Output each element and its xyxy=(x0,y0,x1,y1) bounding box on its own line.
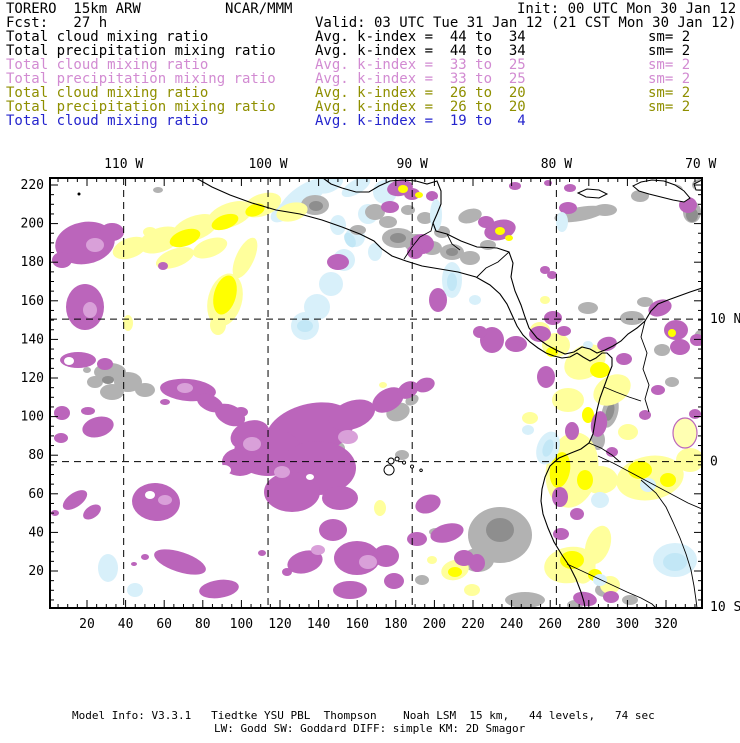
y-axis-tick-label: 160 xyxy=(21,294,44,309)
forecast-map: 20 40 60 80 100 120 140 160 180 200 220 240 260 280 30… xyxy=(21,157,740,632)
longitude-label: 90 W xyxy=(397,157,428,172)
y-axis-tick-label: 120 xyxy=(21,371,44,386)
y-axis-tick-label: 80 xyxy=(28,448,44,463)
y-axis-tick-label: 40 xyxy=(28,525,44,540)
x-axis-tick-label: 80 xyxy=(195,617,211,632)
x-axis-tick-label: 100 xyxy=(230,617,253,632)
latitude-label: 0 xyxy=(710,455,718,470)
y-axis-tick-label: 140 xyxy=(21,332,44,347)
layer-pale-yellow-outlined xyxy=(672,417,698,449)
y-axis-tick-label: 20 xyxy=(28,564,44,579)
x-axis-tick-label: 320 xyxy=(654,617,677,632)
y-axis-tick-label: 180 xyxy=(21,255,44,270)
x-axis-tick-label: 260 xyxy=(538,617,561,632)
x-axis-tick-label: 140 xyxy=(307,617,330,632)
x-axis-tick-label: 200 xyxy=(423,617,446,632)
map-area: 20 40 60 80 100 120 140 160 180 200 220 240 260 280 30… xyxy=(0,0,740,740)
x-axis-tick-label: 220 xyxy=(461,617,484,632)
x-axis-tick-label: 300 xyxy=(616,617,639,632)
x-axis-tick-label: 20 xyxy=(79,617,95,632)
x-axis-tick-label: 240 xyxy=(500,617,523,632)
longitude-label: 110 W xyxy=(104,157,143,172)
x-axis-tick-label: 120 xyxy=(268,617,291,632)
y-axis-tick-label: 60 xyxy=(28,487,44,502)
y-axis-tick-label: 220 xyxy=(21,178,44,193)
latitude-label: 10 S xyxy=(710,600,740,615)
x-axis-tick-label: 180 xyxy=(384,617,407,632)
x-axis-tick-label: 60 xyxy=(156,617,172,632)
x-axis-tick-label: 160 xyxy=(345,617,368,632)
x-axis-tick-label: 280 xyxy=(577,617,600,632)
longitude-label: 70 W xyxy=(685,157,716,172)
model-info-line2: LW: Godd SW: Goddard DIFF: simple KM: 2D… xyxy=(214,722,526,735)
y-axis-tick-label: 200 xyxy=(21,217,44,232)
map-plot-inner xyxy=(50,178,702,608)
model-info-line1: Model Info: V3.3.1 Tiedtke YSU PBL Thomp… xyxy=(72,709,655,722)
latitude-label: 10 N xyxy=(710,312,740,327)
x-axis-tick-label: 40 xyxy=(118,617,134,632)
longitude-label: 100 W xyxy=(248,157,287,172)
longitude-label: 80 W xyxy=(541,157,572,172)
y-axis-tick-label: 100 xyxy=(21,410,44,425)
